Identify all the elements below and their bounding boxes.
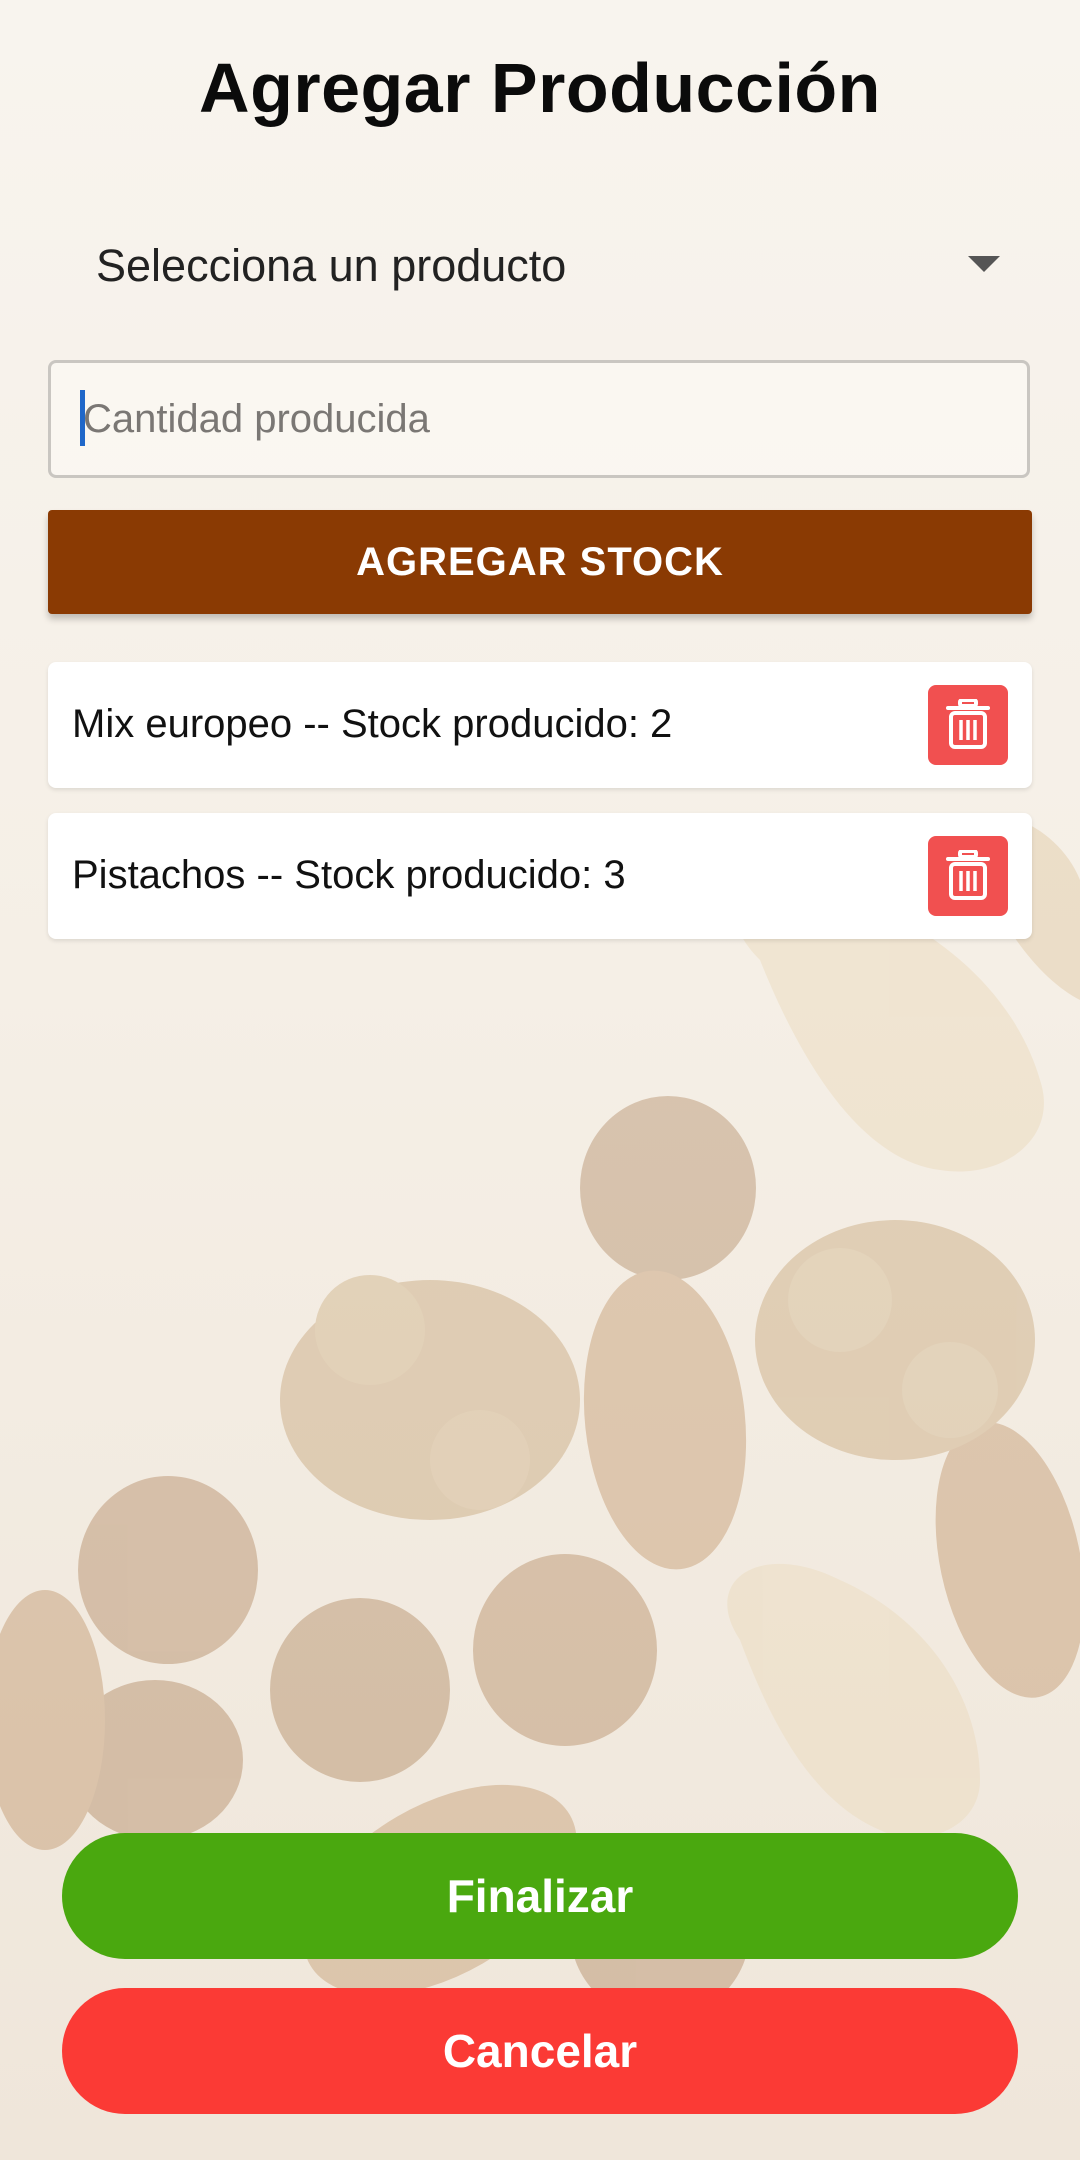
product-select-value: Selecciona un producto (96, 240, 567, 291)
trash-icon (946, 699, 990, 749)
page-title: Agregar Producción (199, 49, 881, 127)
production-list-item: Mix europeo -- Stock producido: 2 (48, 662, 1032, 788)
delete-item-button[interactable] (928, 836, 1008, 916)
add-stock-button[interactable]: AGREGAR STOCK (48, 510, 1032, 614)
product-select[interactable]: Selecciona un producto (48, 222, 1032, 318)
production-item-label: Pistachos -- Stock producido: 3 (72, 853, 626, 897)
finish-button[interactable]: Finalizar (62, 1833, 1018, 1959)
production-item-label: Mix europeo -- Stock producido: 2 (72, 702, 673, 746)
text-cursor (80, 390, 85, 446)
chevron-down-icon (968, 256, 1000, 272)
trash-icon (946, 850, 990, 900)
cancel-button[interactable]: Cancelar (62, 1988, 1018, 2114)
production-list-item: Pistachos -- Stock producido: 3 (48, 813, 1032, 939)
delete-item-button[interactable] (928, 685, 1008, 765)
quantity-input[interactable] (48, 360, 1030, 478)
